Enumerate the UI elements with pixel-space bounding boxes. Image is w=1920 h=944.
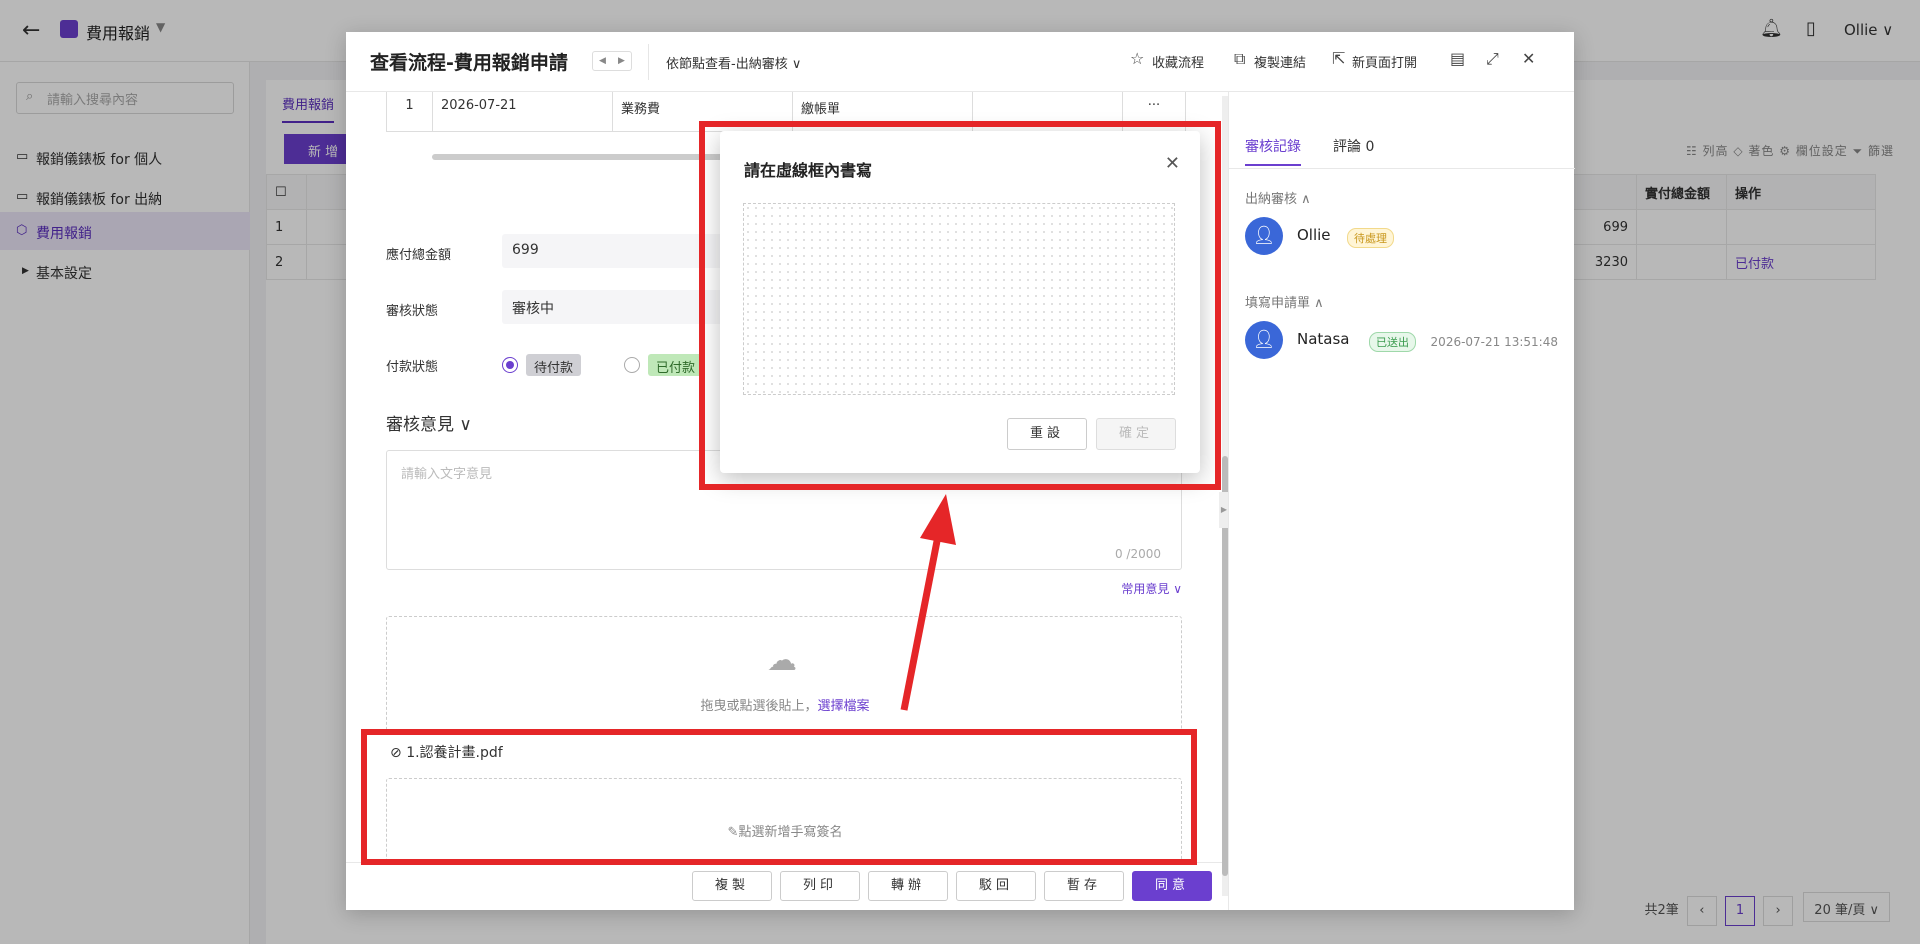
annotation-box-signature [361,729,1197,865]
group-title-applicant[interactable]: 填寫申請單 ∧ [1245,292,1324,311]
timestamp: 2026-07-21 13:51:48 [1430,335,1558,349]
avatar: 👤︎ [1245,217,1283,255]
radio-unpaid[interactable] [502,357,518,373]
copy-icon[interactable]: ⧉ [1234,49,1245,69]
copy-button[interactable]: 複製 [692,871,772,901]
field-label-payment: 付款狀態 [386,360,439,375]
review-placeholder: 請輸入文字意見 [401,467,493,482]
transfer-button[interactable]: 轉辦 [868,871,948,901]
detail-cell: 1 [387,92,433,131]
copy-link-button[interactable]: 複製連結 [1254,52,1306,71]
detail-cell: 2026-07-21 [433,92,613,131]
divider [648,44,649,80]
review-panel: 審核記錄 評論 0 出納審核 ∧ 👤︎ Ollie 待處理 填寫申請單 ∧ 👤︎… [1228,92,1575,910]
applicant-name: Natasa [1297,330,1350,348]
upload-hint: 拖曳或點選後貼上， [700,699,818,714]
record-nav: ◀ ▶ [592,51,632,71]
panel-icon[interactable]: ▤ [1450,49,1465,68]
status-badge: 待處理 [1347,228,1394,248]
avatar: 👤︎ [1245,321,1283,359]
char-count: 0 /2000 [1114,547,1161,561]
open-new-icon[interactable]: ⇱ [1332,49,1345,68]
upload-text: 拖曳或點選後貼上，選擇檔案 [387,695,1183,714]
review-section-title[interactable]: 審核意見 ∨ [386,410,472,435]
drawer-header: 查看流程-費用報銷申請 ◀ ▶ 依節點查看-出納審核 ∨ ☆ 收藏流程 ⧉ 複製… [346,32,1574,92]
common-opinion-button[interactable]: 常用意見 ∨ [1121,580,1182,597]
tab-comments[interactable]: 評論 0 [1333,136,1374,156]
open-new-page-button[interactable]: 新頁面打開 [1352,52,1417,71]
choose-file-link[interactable]: 選擇檔案 [818,699,870,714]
cloud-upload-icon: ☁ [767,643,797,678]
annotation-box-modal [699,121,1221,490]
reject-button[interactable]: 駁回 [956,871,1036,901]
group-title-cashier[interactable]: 出納審核 ∧ [1245,188,1311,207]
approve-button[interactable]: 同意 [1132,871,1212,901]
drawer-title: 查看流程-費用報銷申請 [370,52,568,74]
prev-record-icon[interactable]: ◀ [593,52,612,70]
upload-dropzone[interactable]: ☁ 拖曳或點選後貼上，選擇檔案 [386,616,1182,734]
save-draft-button[interactable]: 暫存 [1044,871,1124,901]
field-label-total: 應付總金額 [386,248,452,263]
close-icon[interactable]: ✕ [1522,49,1535,68]
favorite-button[interactable]: 收藏流程 [1152,52,1204,71]
print-button[interactable]: 列印 [780,871,860,901]
radio-paid[interactable] [624,357,640,373]
tag-unpaid[interactable]: 待付款 [526,354,582,376]
node-view-select[interactable]: 依節點查看-出納審核 ∨ [666,53,801,72]
next-record-icon[interactable]: ▶ [612,52,631,70]
tag-paid[interactable]: 已付款 [648,354,704,376]
tab-review-records[interactable]: 審核記錄 [1245,136,1301,166]
fullscreen-icon[interactable]: ⤢ [1486,49,1499,69]
reviewer-name: Ollie [1297,226,1331,244]
drawer-footer: 複製 列印 轉辦 駁回 暫存 同意 [346,862,1226,910]
field-label-status: 審核狀態 [386,304,439,319]
star-icon[interactable]: ☆ [1130,49,1144,68]
divider [1229,168,1575,169]
status-badge: 已送出 [1369,332,1416,352]
